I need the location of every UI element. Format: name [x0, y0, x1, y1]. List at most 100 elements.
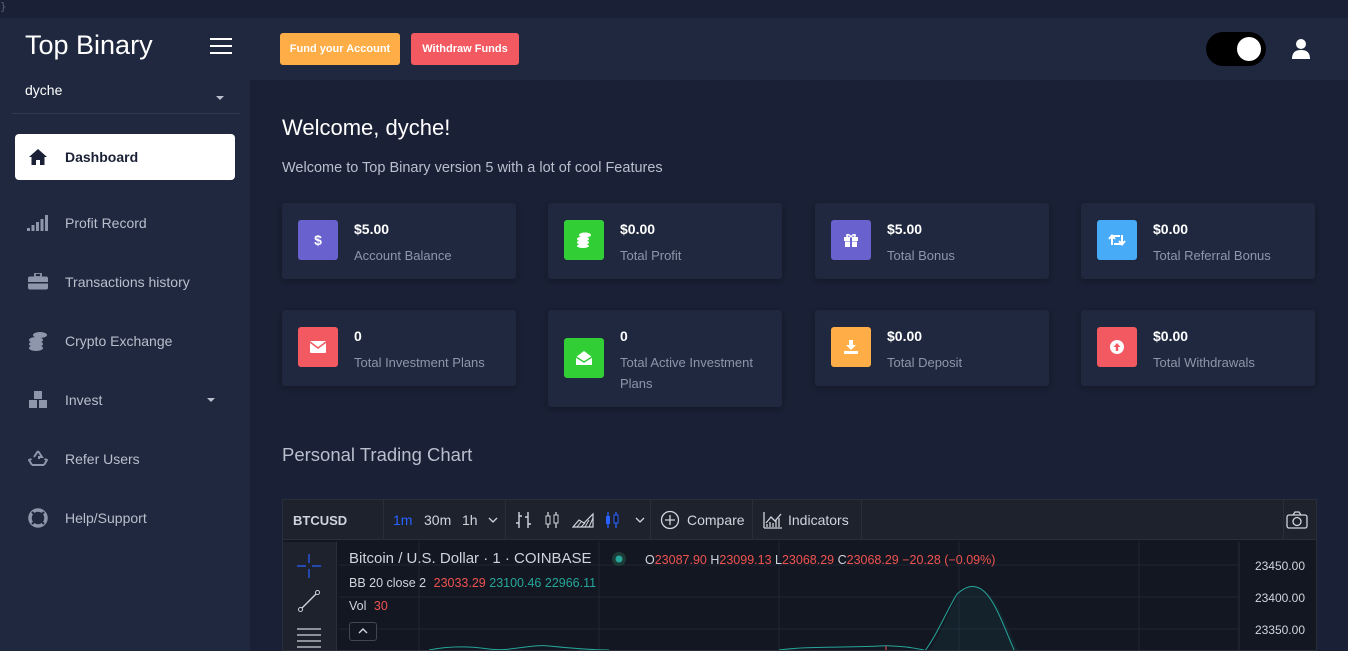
candles-style-icon[interactable]	[544, 500, 560, 540]
home-icon	[27, 146, 49, 168]
total-bonus-card: $5.00 Total Bonus	[815, 203, 1049, 279]
fib-retracement-icon[interactable]	[297, 627, 321, 650]
sidebar-item-label: Invest	[65, 391, 103, 408]
card-value: 0	[354, 328, 362, 344]
fund-account-button[interactable]: Fund your Account	[280, 33, 400, 65]
volume-legend[interactable]: Vol 30	[349, 599, 388, 613]
coins-icon	[564, 220, 604, 260]
camera-icon[interactable]	[1286, 500, 1308, 540]
card-value: $0.00	[620, 221, 656, 237]
sidebar-item-label: Help/Support	[65, 509, 147, 526]
interval-30m[interactable]: 30m	[424, 500, 451, 540]
user-profile-icon[interactable]	[1292, 39, 1310, 59]
compare-button[interactable]: Compare	[687, 500, 745, 540]
sidebar-item-profit-record[interactable]: Profit Record	[0, 193, 250, 252]
sidebar-item-refer-users[interactable]: Refer Users	[0, 429, 250, 488]
vol-value: 30	[373, 599, 388, 613]
card-value: $0.00	[1153, 328, 1189, 344]
bb-label: BB 20 close 2	[349, 576, 427, 590]
interval-1m[interactable]: 1m	[393, 500, 412, 540]
dollar-icon: $	[298, 220, 338, 260]
brand-logo[interactable]: Top Binary	[25, 30, 153, 61]
collapse-legend-button[interactable]	[349, 622, 377, 641]
sidebar-item-label: Refer Users	[65, 450, 140, 467]
card-label: Total Investment Plans	[354, 355, 485, 370]
close-label: C	[837, 553, 847, 567]
area-style-icon[interactable]	[572, 500, 594, 540]
chart-plot-area[interactable]: Bitcoin / U.S. Dollar · 1 · COINBASE O23…	[339, 542, 1316, 650]
total-referral-bonus-card: $0.00 Total Referral Bonus	[1081, 203, 1315, 279]
sidebar-item-help-support[interactable]: Help/Support	[0, 488, 250, 547]
price-axis-tick: 23400.00	[1254, 591, 1305, 605]
trading-chart-widget[interactable]: BTCUSD 1m 30m 1h Compare Indicators Bitc…	[282, 499, 1317, 651]
divider	[12, 113, 240, 114]
bb-upper-value: 23100.46	[489, 576, 542, 590]
indicators-button[interactable]: Indicators	[788, 500, 849, 540]
indicators-icon[interactable]	[763, 500, 783, 540]
card-label: Total Bonus	[887, 248, 955, 263]
card-label: Total Deposit	[887, 355, 963, 370]
sidebar-item-label: Dashboard	[65, 149, 139, 165]
sidebar-item-transactions[interactable]: Transactions history	[0, 252, 250, 311]
bb-legend[interactable]: BB 20 close 2 23033.29 23100.46 22966.11	[349, 576, 596, 590]
sidebar: Top Binary dyche Dashboard Profit Record…	[0, 18, 250, 651]
recycle-icon	[27, 448, 49, 470]
plus-circle-icon[interactable]	[660, 500, 680, 540]
ohlc-legend: O23087.90 H23099.13 L23068.29 C23068.29 …	[645, 553, 995, 567]
theme-toggle[interactable]	[1206, 32, 1266, 66]
card-value: $5.00	[887, 221, 923, 237]
instrument-title[interactable]: Bitcoin / U.S. Dollar · 1 · COINBASE	[349, 550, 592, 567]
withdraw-funds-button[interactable]: Withdraw Funds	[411, 33, 519, 65]
open-value: 23087.90	[654, 553, 707, 567]
chevron-down-icon[interactable]	[488, 500, 498, 540]
interval-1h[interactable]: 1h	[462, 500, 478, 540]
toggle-knob	[1237, 37, 1261, 61]
price-axis-tick: 23450.00	[1254, 559, 1305, 573]
top-navbar: Fund your Account Withdraw Funds	[250, 18, 1348, 80]
card-label: Total Active Investment Plans	[620, 355, 753, 391]
total-investment-plans-card: 0 Total Investment Plans	[282, 310, 516, 386]
market-status-icon[interactable]	[611, 551, 627, 572]
change-value: −20.28 (−0.09%)	[902, 553, 996, 567]
bb-lower-value: 22966.11	[544, 576, 597, 590]
coins-icon	[27, 330, 49, 352]
card-label: Total Profit	[620, 248, 682, 263]
gift-icon	[831, 220, 871, 260]
low-label: L	[775, 553, 782, 567]
price-axis-tick: 23350.00	[1254, 623, 1305, 637]
sidebar-item-invest[interactable]: Invest	[0, 370, 250, 429]
card-value: $0.00	[887, 328, 923, 344]
hollow-candles-icon[interactable]	[604, 500, 620, 540]
chart-toolbar: BTCUSD 1m 30m 1h Compare Indicators	[283, 500, 1316, 540]
total-active-investment-plans-card: 0 Total Active Investment Plans	[548, 310, 782, 407]
envelope-open-icon	[564, 338, 604, 378]
chevron-down-icon[interactable]	[635, 500, 645, 540]
sidebar-item-dashboard[interactable]: Dashboard	[15, 134, 235, 180]
card-label: Total Withdrawals	[1153, 355, 1255, 370]
card-label: Account Balance	[354, 248, 452, 263]
card-value: $0.00	[1153, 221, 1189, 237]
envelope-icon	[298, 327, 338, 367]
chevron-down-icon[interactable]	[216, 96, 224, 100]
high-value: 23099.13	[719, 553, 772, 567]
account-balance-card: $ $5.00 Account Balance	[282, 203, 516, 279]
download-icon	[831, 327, 871, 367]
card-value: 0	[620, 328, 628, 344]
trend-line-icon[interactable]	[298, 590, 320, 617]
hamburger-menu-icon[interactable]	[210, 38, 232, 54]
symbol-search[interactable]: BTCUSD	[293, 500, 347, 540]
sidebar-item-crypto-exchange[interactable]: Crypto Exchange	[0, 311, 250, 370]
sidebar-item-label: Profit Record	[65, 214, 147, 231]
user-name[interactable]: dyche	[25, 82, 62, 98]
card-value: $5.00	[354, 221, 390, 237]
vol-label: Vol	[349, 599, 367, 613]
page-subtitle: Welcome to Top Binary version 5 with a l…	[282, 160, 663, 176]
card-label: Total Referral Bonus	[1153, 248, 1271, 263]
crosshair-icon[interactable]	[297, 554, 321, 583]
bar-style-icon[interactable]	[515, 500, 533, 540]
close-value: 23068.29	[846, 553, 899, 567]
bb-basis-value: 23033.29	[433, 576, 486, 590]
sidebar-item-label: Transactions history	[65, 273, 190, 290]
total-deposit-card: $0.00 Total Deposit	[815, 310, 1049, 386]
chevron-down-icon[interactable]	[207, 397, 215, 402]
